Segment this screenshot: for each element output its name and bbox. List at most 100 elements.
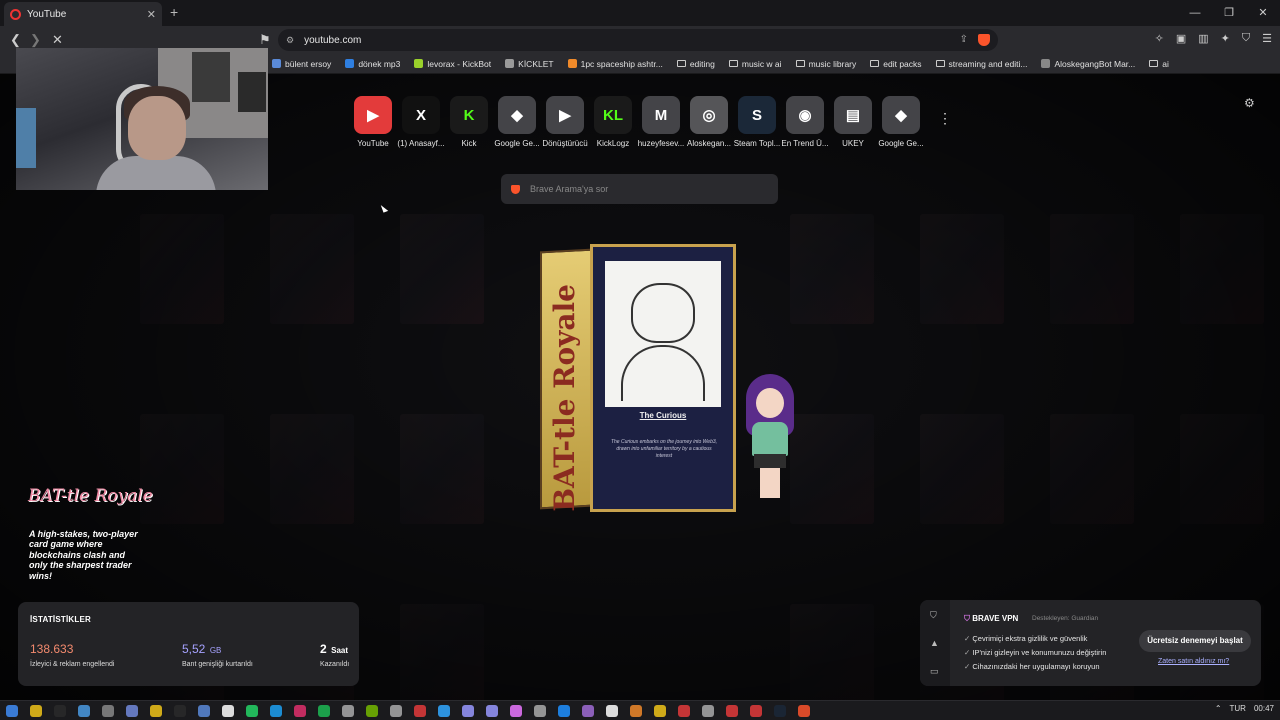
bookmark-item[interactable]: music w ai xyxy=(728,59,782,69)
brave-shields-icon[interactable] xyxy=(978,34,990,46)
bookmark-item[interactable]: AloskegangBot Mar... xyxy=(1041,59,1135,69)
taskbar-app-icon[interactable] xyxy=(222,704,234,717)
taskbar-app-icon[interactable] xyxy=(390,704,402,717)
taskbar-app-icon[interactable] xyxy=(558,704,570,717)
taskbar-app-icon[interactable] xyxy=(414,704,426,717)
taskbar-app-icon[interactable] xyxy=(702,704,714,717)
bookmark-item[interactable]: ai xyxy=(1149,59,1169,69)
address-bar[interactable]: ⚙ youtube.com ⇪ xyxy=(278,29,998,51)
taskbar-app-icon[interactable] xyxy=(510,704,522,717)
taskbar-app-icon[interactable] xyxy=(366,704,378,717)
taskbar-app-icon[interactable] xyxy=(774,704,786,717)
bookmark-icon[interactable]: ⚑ xyxy=(259,32,271,48)
close-tab-icon[interactable]: ✕ xyxy=(147,8,156,21)
taskbar-app-icon[interactable] xyxy=(486,704,498,717)
vpn-shield-icon[interactable]: ⛉ xyxy=(930,610,937,621)
minimize-icon[interactable]: — xyxy=(1178,0,1212,26)
ukey-icon: ▤ xyxy=(834,96,872,134)
top-site-tile[interactable]: K Kick xyxy=(450,96,488,148)
back-icon[interactable]: ❮ xyxy=(10,32,21,48)
already-purchased-link[interactable]: Zaten satın aldınız mı? xyxy=(1158,658,1229,665)
top-site-tile[interactable]: ◆ Google Ge... xyxy=(494,96,540,148)
sponsored-card-box[interactable]: BAT-tle Royale The Curious The Curious e… xyxy=(540,244,736,512)
language-indicator[interactable]: TUR xyxy=(1230,704,1246,713)
settings-gear-icon[interactable]: ⚙ xyxy=(1244,96,1255,110)
top-site-tile[interactable]: ◆ Google Ge... xyxy=(878,96,924,148)
taskbar-app-icon[interactable] xyxy=(798,704,810,717)
taskbar-app-icon[interactable] xyxy=(78,704,90,717)
taskbar-app-icon[interactable] xyxy=(126,704,138,717)
taskbar-app-icon[interactable] xyxy=(582,704,594,717)
bookmark-item[interactable]: editing xyxy=(676,59,715,69)
lion-body-illustration xyxy=(621,345,705,401)
card-icon[interactable]: ▭ xyxy=(930,666,939,677)
bookmark-item[interactable]: bülent ersoy xyxy=(272,59,331,69)
tray-chevron-icon[interactable]: ⌃ xyxy=(1215,704,1222,713)
card-name: The Curious xyxy=(639,411,687,420)
taskbar-app-icon[interactable] xyxy=(606,704,618,717)
top-site-tile[interactable]: S Steam Topl... xyxy=(734,96,780,148)
taskbar-app-icon[interactable] xyxy=(150,704,162,717)
taskbar-app-icon[interactable] xyxy=(534,704,546,717)
top-site-tile[interactable]: X (1) Anasayf... xyxy=(397,96,445,148)
taskbar-app-icon[interactable] xyxy=(54,704,66,717)
top-site-tile[interactable]: Mhuzeyfesev... xyxy=(638,96,684,148)
triangle-icon[interactable]: ▲ xyxy=(930,638,939,648)
taskbar-app-icon[interactable] xyxy=(174,704,186,717)
taskbar-app-icon[interactable] xyxy=(750,704,762,717)
windows-taskbar: ⌃ TUR 00:47 xyxy=(0,700,1280,720)
forward-icon[interactable]: ❯ xyxy=(30,32,41,48)
more-options-icon[interactable]: ⋮ xyxy=(938,110,952,127)
top-site-tile[interactable]: ◉ En Trend Ü... xyxy=(781,96,829,148)
bookmark-item[interactable]: edit packs xyxy=(870,59,922,69)
bookmark-item[interactable]: 1pc spaceship ashtr... xyxy=(567,59,663,69)
top-site-tile[interactable]: ◎ Aloskegan... xyxy=(687,96,731,148)
restore-icon[interactable]: ❐ xyxy=(1212,0,1246,26)
screenshot-icon[interactable]: ▣ xyxy=(1176,32,1186,45)
bookmark-item[interactable]: dönek mp3 xyxy=(345,59,400,69)
taskbar-app-icon[interactable] xyxy=(270,704,282,717)
bookmark-favicon-icon xyxy=(272,59,281,68)
menu-icon[interactable]: ☰ xyxy=(1262,32,1272,45)
bookmark-item[interactable]: streaming and editi... xyxy=(935,59,1027,69)
site-info-icon[interactable]: ⚙ xyxy=(286,35,294,46)
taskbar-app-icon[interactable] xyxy=(294,704,306,717)
windows-start-icon[interactable] xyxy=(6,704,18,717)
taskbar-app-icon[interactable] xyxy=(246,704,258,717)
game-logo[interactable]: BAT-tle Royale xyxy=(28,486,153,506)
clock[interactable]: 00:47 xyxy=(1254,704,1274,713)
top-site-tile[interactable]: ▤ UKEY xyxy=(834,96,872,148)
taskbar-app-icon[interactable] xyxy=(102,704,114,717)
share-icon[interactable]: ⇪ xyxy=(960,34,968,46)
taskbar-app-icon[interactable] xyxy=(654,704,666,717)
taskbar-app-icon[interactable] xyxy=(438,704,450,717)
bookmark-item[interactable]: music library xyxy=(795,59,856,69)
bookmark-item[interactable]: levorax - KickBot xyxy=(414,59,491,69)
stop-icon[interactable]: ✕ xyxy=(52,32,63,48)
vpn-icon[interactable]: ⛉ xyxy=(1242,32,1250,45)
sidebar-icon[interactable]: ▥ xyxy=(1198,32,1208,45)
extensions-icon[interactable]: ✧ xyxy=(1155,32,1164,45)
system-tray: ⌃ TUR 00:47 xyxy=(1215,704,1274,713)
folder-icon xyxy=(676,60,686,67)
start-trial-button[interactable]: Ücretsiz denemeyi başlat xyxy=(1139,630,1251,652)
leo-ai-icon[interactable]: ✦ xyxy=(1221,32,1230,45)
taskbar-app-icon[interactable] xyxy=(630,704,642,717)
close-window-icon[interactable]: ✕ xyxy=(1246,0,1280,26)
taskbar-app-icon[interactable] xyxy=(342,704,354,717)
search-input[interactable]: Brave Arama'ya sor xyxy=(501,174,778,204)
taskbar-app-icon[interactable] xyxy=(726,704,738,717)
top-site-tile[interactable]: ▶ YouTube xyxy=(354,96,392,148)
top-site-tile[interactable]: ▶ Dönüştürücü xyxy=(542,96,588,148)
tab-youtube[interactable]: YouTube ✕ xyxy=(4,2,162,26)
stat-label: Kazanıldı xyxy=(320,661,350,668)
top-site-tile[interactable]: KL KickLogz xyxy=(594,96,632,148)
taskbar-app-icon[interactable] xyxy=(318,704,330,717)
taskbar-app-icon[interactable] xyxy=(198,704,210,717)
bookmark-item[interactable]: KİCKLET xyxy=(505,59,554,69)
new-tab-button[interactable]: + xyxy=(170,4,178,20)
taskbar-app-icon[interactable] xyxy=(462,704,474,717)
taskbar-app-icon[interactable] xyxy=(678,704,690,717)
taskbar-app-icon[interactable] xyxy=(30,704,42,717)
webcam-overlay xyxy=(16,48,268,190)
